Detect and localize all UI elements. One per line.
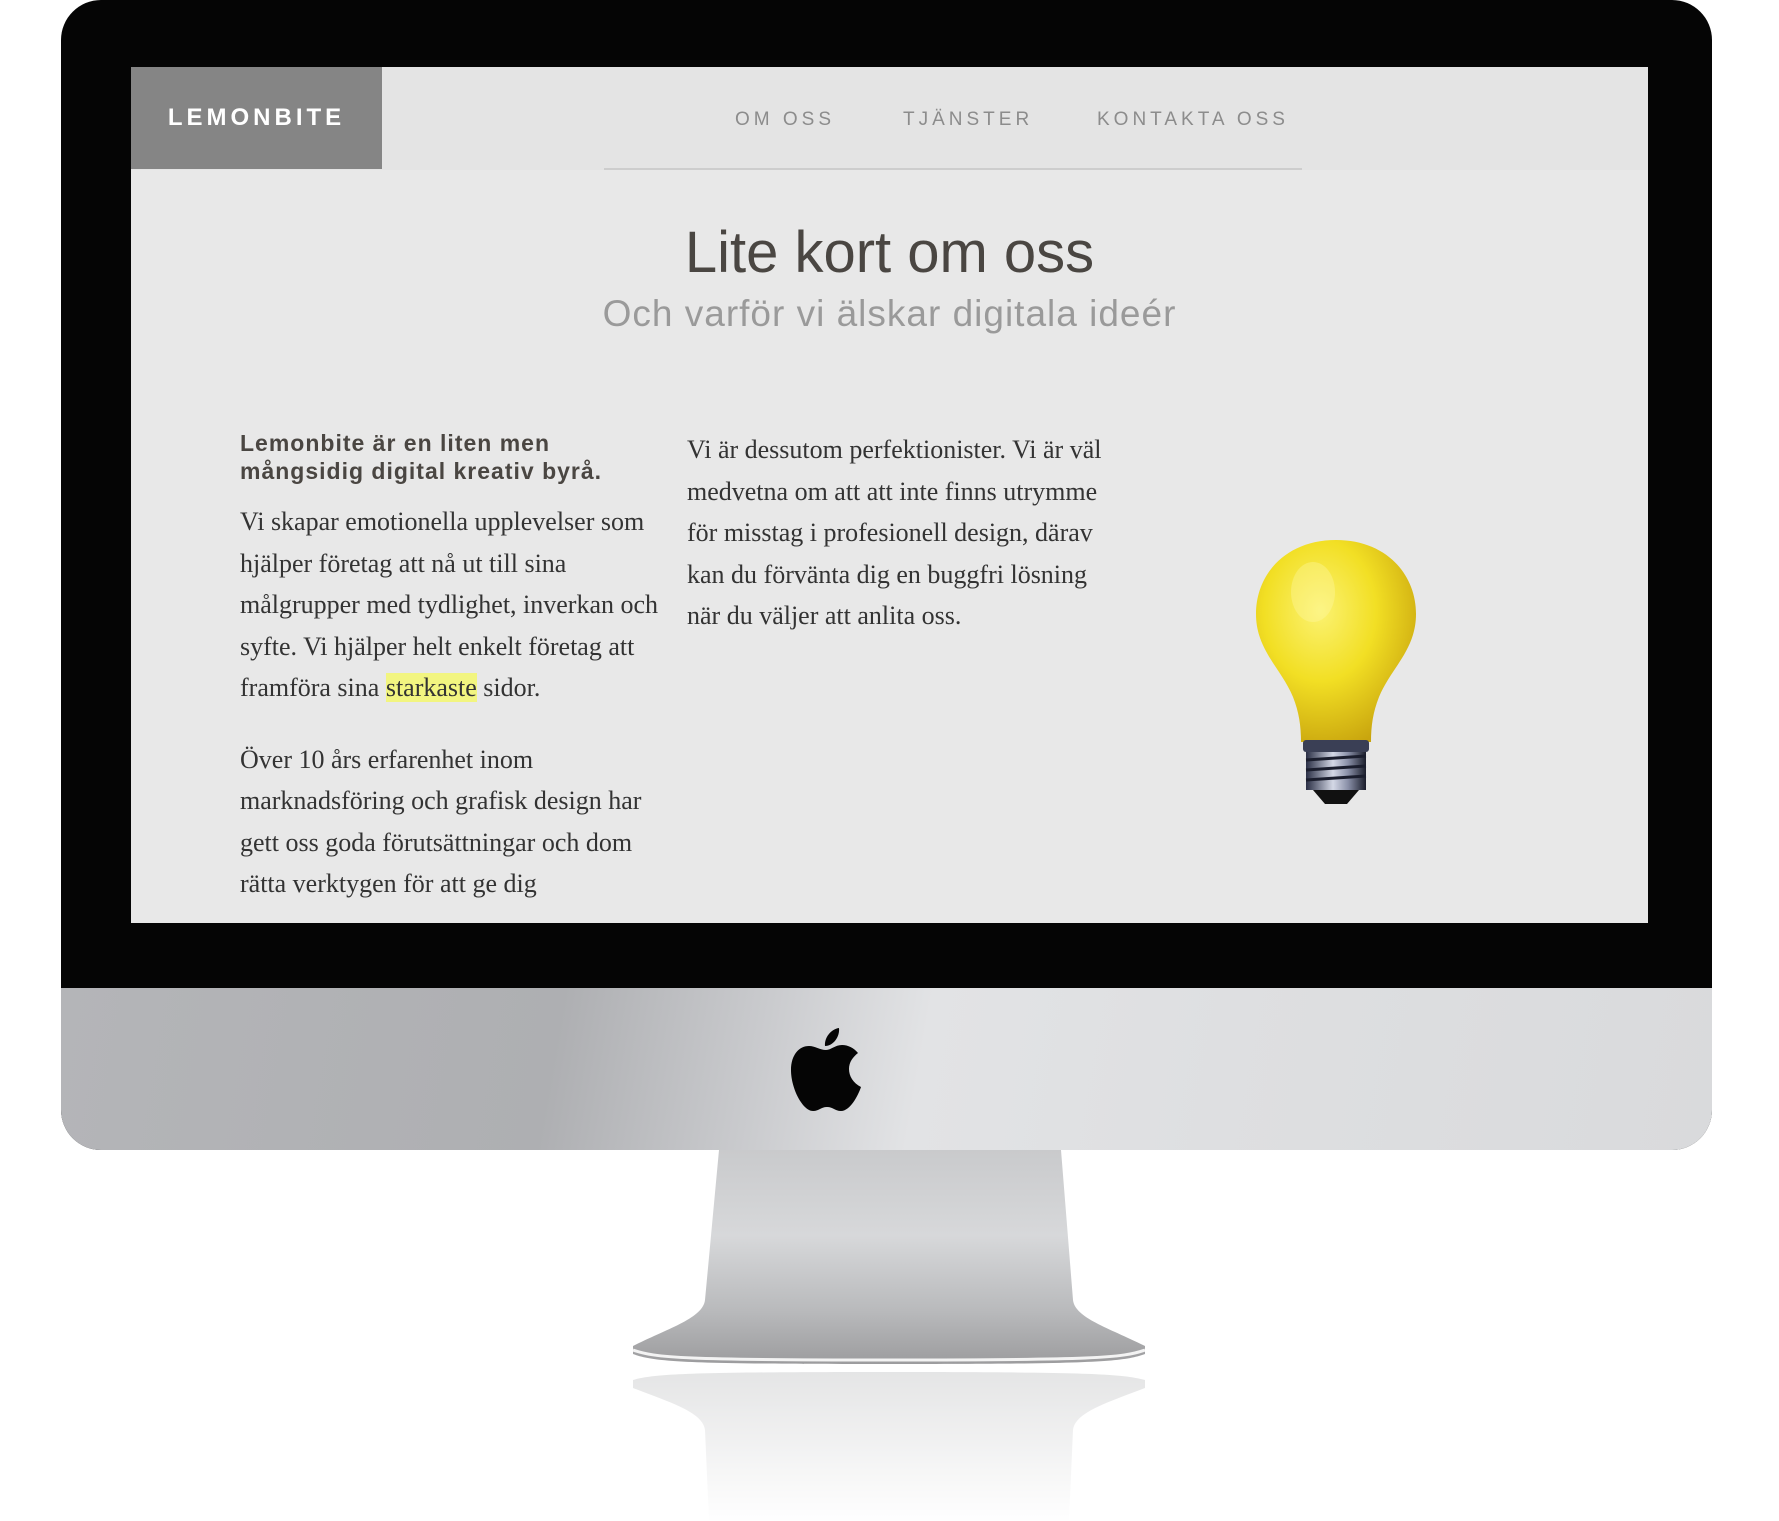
- intro-text-end: sidor.: [476, 673, 541, 702]
- page-title: Lite kort om oss: [684, 220, 1095, 285]
- intro-paragraph: Vi skapar emotionella upplevelser som hj…: [240, 501, 660, 709]
- nav-item-om-oss[interactable]: OM OSS: [735, 109, 835, 131]
- content-column-left: Lemonbite är en liten men mångsidig digi…: [240, 429, 660, 923]
- content-column-middle: Vi är dessutom perfektionister. Vi är vä…: [687, 429, 1107, 667]
- imac-stand: [633, 1150, 1145, 1364]
- site-logo[interactable]: LEMONBITE: [131, 67, 382, 169]
- lead-heading: Lemonbite är en liten men mångsidig digi…: [240, 430, 603, 484]
- nav-item-kontakta-oss[interactable]: KONTAKTA OSS: [1097, 109, 1289, 131]
- highlighted-word: starkaste: [385, 673, 477, 702]
- imac-stand-reflection: [633, 1372, 1145, 1521]
- lemon-lightbulb-image: [1256, 540, 1416, 804]
- page-subtitle: Och varför vi älskar digitala ideér: [602, 293, 1177, 334]
- apple-icon: [791, 1028, 861, 1111]
- main-nav: OM OSS TJÄNSTER KONTAKTA OSS: [604, 67, 1302, 170]
- perfectionist-paragraph: Vi är dessutom perfektionister. Vi är vä…: [687, 435, 1102, 630]
- imac-chin: [61, 988, 1712, 1150]
- nav-item-tjanster[interactable]: TJÄNSTER: [903, 109, 1033, 131]
- site-logo-text: LEMONBITE: [167, 104, 346, 131]
- experience-paragraph: Över 10 års erfarenhet inom marknadsföri…: [240, 744, 642, 899]
- site-header: LEMONBITE OM OSS TJÄNSTER KONTAKTA OSS: [131, 67, 1648, 170]
- website-screen: LEMONBITE OM OSS TJÄNSTER KONTAKTA OSS L…: [131, 67, 1648, 923]
